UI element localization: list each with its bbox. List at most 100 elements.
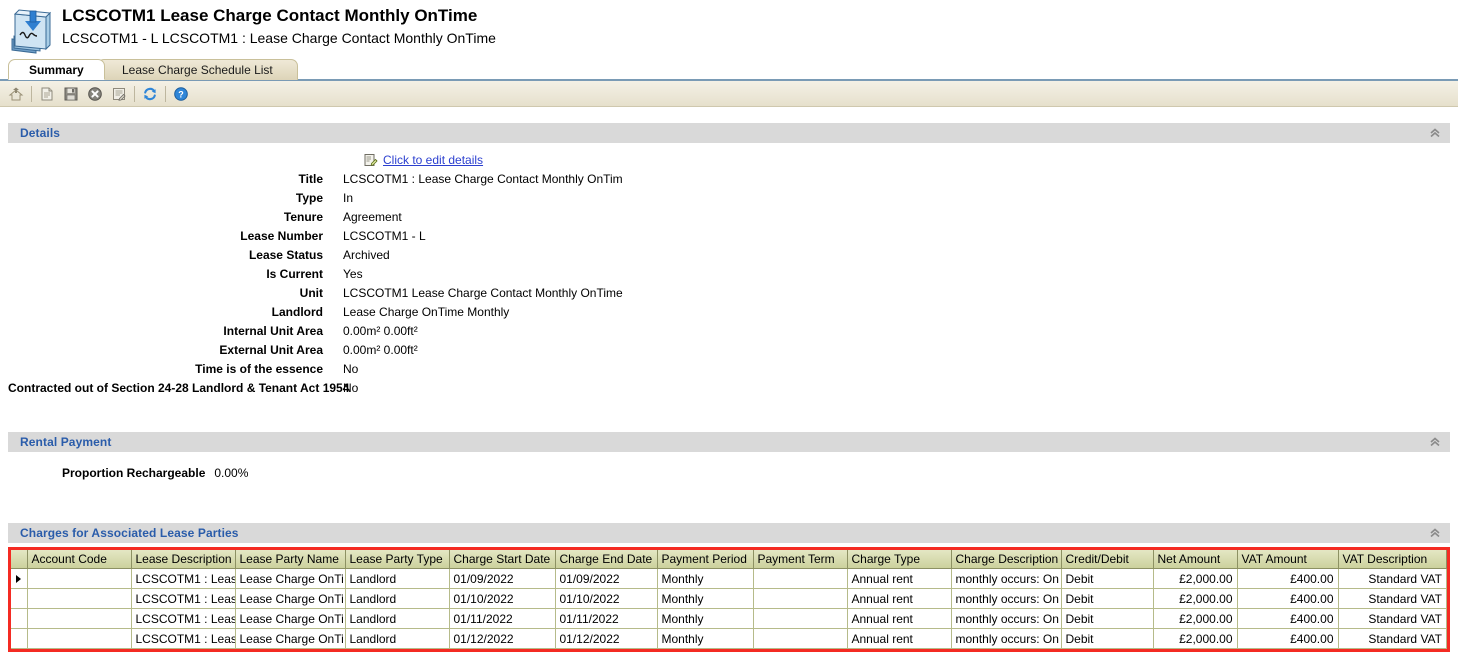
cell-charge-description: monthly occurs: On t xyxy=(951,628,1062,649)
chevron-double-up-icon[interactable] xyxy=(1428,126,1442,140)
toolbar-separator xyxy=(134,85,135,102)
rental-payment-panel-body: Proportion Rechargeable 0.00% xyxy=(8,452,1450,489)
details-panel-header[interactable]: Details xyxy=(8,123,1450,143)
field-label: Contracted out of Section 24-28 Landlord… xyxy=(8,381,350,395)
cell-payment-term xyxy=(753,608,848,629)
cell-lease-party-type: Landlord xyxy=(345,568,450,589)
cell-net-amount: £2,000.00 xyxy=(1153,608,1238,629)
cell-lease-description: LCSCOTM1 : Leas xyxy=(131,608,236,629)
column-header-charge-description[interactable]: Charge Description xyxy=(951,550,1062,569)
cell-charge-type: Annual rent xyxy=(847,588,952,609)
cell-payment-term xyxy=(753,628,848,649)
cell-credit-debit: Debit xyxy=(1061,608,1154,629)
field-value: In xyxy=(343,191,354,205)
page-title: LCSCOTM1 Lease Charge Contact Monthly On… xyxy=(62,6,478,25)
toolbar: ? xyxy=(0,81,1458,107)
cell-lease-party-name: Lease Charge OnTi xyxy=(235,568,346,589)
column-header-credit-debit[interactable]: Credit/Debit xyxy=(1061,550,1154,569)
charges-panel-title: Charges for Associated Lease Parties xyxy=(20,526,239,540)
cell-charge-end-date: 01/12/2022 xyxy=(555,628,658,649)
column-header-charge-end-date[interactable]: Charge End Date xyxy=(555,550,658,569)
cell-lease-description: LCSCOTM1 : Leas xyxy=(131,568,236,589)
toolbar-separator xyxy=(31,85,32,102)
cell-lease-description: LCSCOTM1 : Leas xyxy=(131,628,236,649)
cell-charge-description: monthly occurs: On t xyxy=(951,568,1062,589)
detail-field-lease-status: Lease Status Archived xyxy=(8,248,1450,267)
cell-net-amount: £2,000.00 xyxy=(1153,588,1238,609)
table-row[interactable]: LCSCOTM1 : Leas Lease Charge OnTi Landlo… xyxy=(11,628,1447,649)
tab-lease-charge-schedule-list[interactable]: Lease Charge Schedule List xyxy=(97,59,298,80)
edit-details-link[interactable]: Click to edit details xyxy=(383,153,483,167)
column-header-lease-description[interactable]: Lease Description xyxy=(131,550,236,569)
cell-vat-description: Standard VAT xyxy=(1338,568,1447,589)
field-value: Yes xyxy=(343,267,363,281)
cell-payment-period: Monthly xyxy=(657,628,754,649)
detail-field-tenure: Tenure Agreement xyxy=(8,210,1450,229)
field-label: Lease Status xyxy=(248,248,323,262)
new-document-icon[interactable] xyxy=(36,83,58,105)
cancel-icon[interactable] xyxy=(84,83,106,105)
cell-lease-party-type: Landlord xyxy=(345,608,450,629)
column-header-vat-amount[interactable]: VAT Amount xyxy=(1237,550,1339,569)
back-home-icon[interactable] xyxy=(5,83,27,105)
save-icon[interactable] xyxy=(60,83,82,105)
column-header-charge-type[interactable]: Charge Type xyxy=(847,550,952,569)
field-label: Type xyxy=(295,191,323,205)
cell-charge-description: monthly occurs: On t xyxy=(951,588,1062,609)
page-header: LCSCOTM1 Lease Charge Contact Monthly On… xyxy=(0,0,1458,56)
row-pointer-icon xyxy=(16,575,22,584)
row-selector-cell[interactable] xyxy=(11,588,28,609)
column-header-charge-start-date[interactable]: Charge Start Date xyxy=(449,550,556,569)
field-value: LCSCOTM1 : Lease Charge Contact Monthly … xyxy=(343,172,623,186)
row-selector-cell[interactable] xyxy=(11,628,28,649)
column-header-lease-party-name[interactable]: Lease Party Name xyxy=(235,550,346,569)
refresh-icon[interactable] xyxy=(139,83,161,105)
column-header-payment-term[interactable]: Payment Term xyxy=(753,550,848,569)
column-header-payment-period[interactable]: Payment Period xyxy=(657,550,754,569)
cell-lease-party-type: Landlord xyxy=(345,628,450,649)
cell-payment-period: Monthly xyxy=(657,568,754,589)
row-selector-cell[interactable] xyxy=(11,608,28,629)
cell-vat-amount: £400.00 xyxy=(1237,568,1339,589)
tab-summary[interactable]: Summary xyxy=(8,59,105,80)
table-row[interactable]: LCSCOTM1 : Leas Lease Charge OnTi Landlo… xyxy=(11,588,1447,609)
column-header-vat-description[interactable]: VAT Description xyxy=(1338,550,1447,569)
lease-document-icon xyxy=(6,6,56,56)
charges-grid-highlight: Account Code Lease Description Lease Par… xyxy=(8,547,1450,652)
chevron-double-up-icon[interactable] xyxy=(1428,526,1442,540)
table-row[interactable]: LCSCOTM1 : Leas Lease Charge OnTi Landlo… xyxy=(11,568,1447,589)
field-label: Title xyxy=(298,172,323,186)
field-label: Unit xyxy=(299,286,323,300)
cell-account-code xyxy=(27,608,132,629)
field-label: Internal Unit Area xyxy=(223,324,323,338)
charges-panel-header[interactable]: Charges for Associated Lease Parties xyxy=(8,523,1450,543)
table-row[interactable]: LCSCOTM1 : Leas Lease Charge OnTi Landlo… xyxy=(11,608,1447,629)
field-label: External Unit Area xyxy=(219,343,323,357)
charges-grid: Account Code Lease Description Lease Par… xyxy=(11,550,1447,649)
row-selector-cell[interactable] xyxy=(11,568,28,589)
cell-charge-end-date: 01/11/2022 xyxy=(555,608,658,629)
help-icon[interactable]: ? xyxy=(170,83,192,105)
edit-details-row[interactable]: Click to edit details xyxy=(364,151,1450,168)
column-header-account-code[interactable]: Account Code xyxy=(27,550,132,569)
cell-charge-start-date: 01/09/2022 xyxy=(449,568,556,589)
cell-vat-description: Standard VAT xyxy=(1338,588,1447,609)
svg-text:?: ? xyxy=(178,89,184,99)
cell-charge-end-date: 01/10/2022 xyxy=(555,588,658,609)
field-value: Archived xyxy=(343,248,390,262)
column-header-net-amount[interactable]: Net Amount xyxy=(1153,550,1238,569)
cell-vat-amount: £400.00 xyxy=(1237,608,1339,629)
chevron-double-up-icon[interactable] xyxy=(1428,435,1442,449)
field-value: No xyxy=(343,381,359,395)
rental-payment-panel-header[interactable]: Rental Payment xyxy=(8,432,1450,452)
cell-credit-debit: Debit xyxy=(1061,588,1154,609)
field-label: Tenure xyxy=(283,210,323,224)
field-label: Time is of the essence xyxy=(195,362,323,376)
edit-form-icon[interactable] xyxy=(108,83,130,105)
column-header-lease-party-type[interactable]: Lease Party Type xyxy=(345,550,450,569)
detail-field-title: Title LCSCOTM1 : Lease Charge Contact Mo… xyxy=(8,172,1450,191)
field-label: Landlord xyxy=(271,305,323,319)
cell-vat-amount: £400.00 xyxy=(1237,628,1339,649)
proportion-rechargeable-value: 0.00% xyxy=(214,466,249,480)
cell-lease-party-name: Lease Charge OnTi xyxy=(235,588,346,609)
